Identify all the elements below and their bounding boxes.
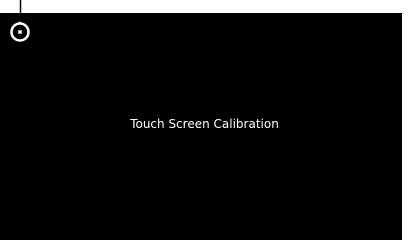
calibration-window: Touch Screen Calibration — [0, 0, 409, 240]
target-center-dot — [18, 30, 22, 34]
crosshair-target-icon[interactable] — [9, 21, 31, 43]
calibration-title: Touch Screen Calibration — [130, 117, 279, 131]
crosshair-target-graphic — [10, 21, 30, 42]
crosshair-vertical-line — [19, 0, 22, 22]
